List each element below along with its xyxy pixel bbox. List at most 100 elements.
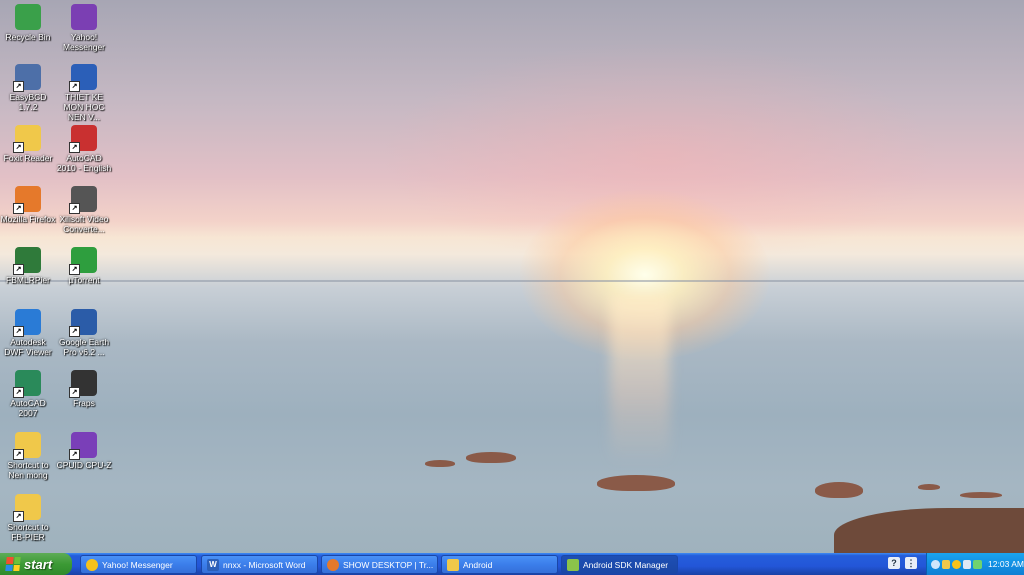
desktop-icon-fraps[interactable]: ↗ Fraps — [56, 370, 112, 408]
desktop-icon-label: Autodesk DWF Viewer — [4, 337, 52, 357]
desktop-icon-label: Yahoo! Messenger — [62, 32, 106, 52]
task-android-sdk-manager[interactable]: Android SDK Manager — [561, 555, 678, 574]
windows-flag-icon — [5, 557, 21, 571]
task-label: Yahoo! Messenger — [102, 559, 173, 570]
desktop-icon-label: FBMLRPier — [6, 275, 50, 285]
desktop-icon-label: Fraps — [73, 398, 95, 408]
shortcut-arrow-icon: ↗ — [13, 449, 24, 460]
task-microsoft-word[interactable]: W nnxx - Microsoft Word — [201, 555, 318, 574]
shortcut-arrow-icon: ↗ — [69, 142, 80, 153]
fbml-icon: ↗ — [13, 247, 41, 275]
shortcut-arrow-icon: ↗ — [69, 203, 80, 214]
sun-reflection — [610, 295, 670, 465]
utorrent-icon: ↗ — [69, 247, 97, 275]
word-document-icon: ↗ — [69, 64, 97, 92]
clock[interactable]: 12:03 AM — [988, 559, 1024, 569]
rock — [960, 492, 1002, 498]
task-label: Android — [463, 559, 493, 570]
desktop-icon-label: EasyBCD 1.7.2 — [9, 92, 47, 112]
desktop-icon-recycle-bin[interactable]: Recycle Bin — [0, 4, 56, 42]
folder-icon — [447, 558, 459, 571]
messenger-tray-icon[interactable] — [952, 559, 961, 569]
desktop-icon-video-converter[interactable]: ↗ Xilisoft Video Converte... — [56, 186, 112, 234]
task-label: SHOW DESKTOP | Tr... — [343, 559, 434, 570]
desktop-icon-dwf-viewer[interactable]: ↗ Autodesk DWF Viewer — [0, 309, 56, 357]
desktop-icon-label: Shortcut to Nen mong — [7, 460, 49, 480]
shortcut-arrow-icon: ↗ — [13, 142, 24, 153]
shortcut-arrow-icon: ↗ — [13, 511, 24, 522]
rock — [918, 484, 940, 490]
recycle-bin-icon — [15, 4, 41, 30]
desktop-icon-utorrent[interactable]: ↗ µTorrent — [56, 247, 112, 285]
chevron-left-icon[interactable] — [931, 559, 940, 569]
shortcut-arrow-icon: ↗ — [13, 387, 24, 398]
rock — [597, 475, 675, 491]
desktop-icon-label: Shortcut to FB-PIER — [7, 522, 49, 542]
video-converter-icon: ↗ — [69, 186, 97, 214]
desktop-icon-google-earth[interactable]: ↗ Google Earth Pro v6.2 ... — [56, 309, 112, 357]
shortcut-arrow-icon: ↗ — [13, 81, 24, 92]
android-sdk-icon — [567, 558, 579, 571]
shortcut-arrow-icon: ↗ — [13, 203, 24, 214]
task-android-folder[interactable]: Android — [441, 555, 558, 574]
autocad-2010-icon: ↗ — [69, 125, 97, 153]
desktop-icon-label: Mozilla Firefox — [0, 214, 56, 224]
taskbar: start Yahoo! Messenger W nnxx - Microsof… — [0, 553, 1024, 575]
shortcut-arrow-icon: ↗ — [69, 81, 80, 92]
dwf-viewer-icon: ↗ — [13, 309, 41, 337]
system-tray: 12:03 AM — [926, 553, 1024, 575]
desktop-icon-folder[interactable]: ↗ Shortcut to Nen mong — [0, 432, 56, 480]
desktop-icon-label: AutoCAD 2010 - English — [56, 153, 112, 173]
folder-tray-icon[interactable] — [941, 559, 951, 569]
rock — [466, 452, 516, 463]
yahoo-messenger-icon — [71, 4, 97, 30]
task-firefox-show-desktop[interactable]: SHOW DESKTOP | Tr... — [321, 555, 438, 574]
desktop-icon-label: Google Earth Pro v6.2 ... — [58, 337, 110, 357]
desktop-icon-fbml[interactable]: ↗ FBMLRPier — [0, 247, 56, 285]
desktop-icon-cpuz[interactable]: ↗ CPUID CPU-Z — [56, 432, 112, 470]
volume-icon[interactable] — [962, 559, 972, 569]
task-label: nnxx - Microsoft Word — [223, 559, 306, 570]
desktop-icon-label: Xilisoft Video Converte... — [59, 214, 109, 234]
easybcd-icon: ↗ — [13, 64, 41, 92]
quick-tray-icons: ? ⋮ — [888, 557, 917, 569]
network-icon[interactable]: ⋮ — [905, 557, 917, 569]
firefox-icon: ↗ — [13, 186, 41, 214]
desktop-icon-label: CPUID CPU-Z — [56, 460, 112, 470]
desktop-wallpaper: Recycle Bin Yahoo! Messenger ↗ EasyBCD 1.7.… — [0, 0, 1024, 553]
desktop-icon-label: THIET KE MON HOC NEN V... — [63, 92, 105, 122]
desktop-icon-word-document[interactable]: ↗ THIET KE MON HOC NEN V... — [56, 64, 112, 122]
horizon-line — [0, 280, 1024, 282]
start-button[interactable]: start — [0, 553, 72, 575]
desktop-icon-folder[interactable]: ↗ Shortcut to FB-PIER — [0, 494, 56, 542]
desktop-icon-label: AutoCAD 2007 — [10, 398, 46, 418]
rock — [815, 482, 863, 498]
rock — [425, 460, 455, 467]
cpuz-icon: ↗ — [69, 432, 97, 460]
network-status-icon[interactable] — [973, 559, 983, 569]
desktop-icon-firefox[interactable]: ↗ Mozilla Firefox — [0, 186, 56, 224]
folder-icon: ↗ — [13, 494, 41, 522]
desktop-icon-folder[interactable]: ↗ Foxit Reader — [0, 125, 56, 163]
desktop-icon-label: Foxit Reader — [3, 153, 53, 163]
folder-icon: ↗ — [13, 125, 41, 153]
shortcut-arrow-icon: ↗ — [69, 387, 80, 398]
desktop-icon-label: µTorrent — [68, 275, 100, 285]
desktop-icon-easybcd[interactable]: ↗ EasyBCD 1.7.2 — [0, 64, 56, 112]
yahoo-messenger-icon — [86, 558, 98, 571]
desktop-icon-autocad-2010[interactable]: ↗ AutoCAD 2010 - English — [56, 125, 112, 173]
task-yahoo-messenger[interactable]: Yahoo! Messenger — [80, 555, 197, 574]
desktop-icon-yahoo-messenger[interactable]: Yahoo! Messenger — [56, 4, 112, 52]
desktop-icon-autocad-2007[interactable]: ↗ AutoCAD 2007 — [0, 370, 56, 418]
shortcut-arrow-icon: ↗ — [69, 449, 80, 460]
folder-icon: ↗ — [13, 432, 41, 460]
fraps-icon: ↗ — [69, 370, 97, 398]
google-earth-icon: ↗ — [69, 309, 97, 337]
firefox-icon — [327, 558, 339, 571]
autocad-2007-icon: ↗ — [13, 370, 41, 398]
shortcut-arrow-icon: ↗ — [13, 326, 24, 337]
desktop-icon-label: Recycle Bin — [5, 32, 51, 42]
help-icon[interactable]: ? — [888, 557, 900, 569]
rocky-shore — [834, 508, 1024, 553]
shortcut-arrow-icon: ↗ — [13, 264, 24, 275]
